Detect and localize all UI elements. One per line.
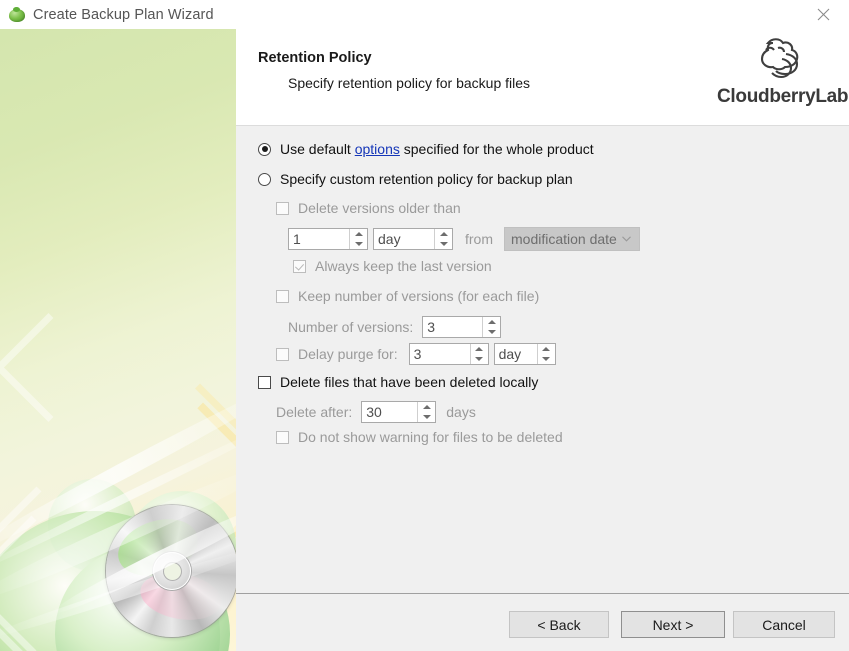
delete-after-row: Delete after: 30 days <box>276 401 476 423</box>
label-delete-after: Delete after: <box>276 404 353 420</box>
cloudberrylab-logo: CloudberryLab <box>717 35 849 108</box>
checkbox-indicator-keep-last[interactable] <box>293 259 306 273</box>
number-of-versions-row: Number of versions: 3 <box>288 316 502 338</box>
label-number-of-versions: Number of versions: <box>288 319 414 335</box>
checkbox-delay-purge[interactable]: Delay purge for: 3 day <box>276 343 556 365</box>
radio-indicator-default[interactable] <box>258 142 271 156</box>
spinner-buttons-delete-older-unit[interactable] <box>434 229 452 249</box>
spinner-delay-purge-unit[interactable]: day <box>493 343 556 365</box>
spinner-delete-after-days[interactable]: 30 <box>361 401 437 423</box>
page-subtitle: Specify retention policy for backup file… <box>288 75 531 91</box>
checkbox-label-keep-number: Keep number of versions (for each file) <box>298 288 540 304</box>
spinner-down-icon[interactable] <box>471 354 488 364</box>
spinner-down-icon[interactable] <box>483 327 500 337</box>
radio-indicator-custom[interactable] <box>258 172 271 186</box>
spinner-buttons-number-of-versions[interactable] <box>482 317 501 337</box>
radio-use-default-options[interactable]: Use default options specified for the wh… <box>258 141 594 157</box>
page-header: Retention Policy Specify retention polic… <box>236 29 849 126</box>
title-bar: Create Backup Plan Wizard <box>0 0 849 29</box>
checkbox-label-delete-locally: Delete files that have been deleted loca… <box>280 374 539 390</box>
label-days: days <box>446 404 476 420</box>
spinner-buttons-delete-after-days[interactable] <box>417 402 436 422</box>
spinner-up-icon[interactable] <box>538 344 555 354</box>
spinner-up-icon[interactable] <box>418 402 435 412</box>
checkbox-indicator-no-warning[interactable] <box>276 430 289 444</box>
checkbox-delete-versions-older-than[interactable]: Delete versions older than <box>276 200 461 216</box>
content-pane: Use default options specified for the wh… <box>236 126 849 593</box>
spinner-down-icon[interactable] <box>435 239 452 249</box>
next-button[interactable]: Next > <box>621 611 725 638</box>
back-button[interactable]: < Back <box>509 611 609 638</box>
checkbox-label-no-warning: Do not show warning for files to be dele… <box>298 429 563 445</box>
dropdown-retention-basis[interactable]: modification date <box>504 227 640 251</box>
cancel-button[interactable]: Cancel <box>733 611 835 638</box>
radio-label-custom: Specify custom retention policy for back… <box>280 171 573 187</box>
window-title: Create Backup Plan Wizard <box>33 6 214 23</box>
checkbox-indicator-delete-locally[interactable] <box>258 375 271 389</box>
spinner-buttons-delete-older-amount[interactable] <box>349 229 367 249</box>
checkbox-keep-number-of-versions[interactable]: Keep number of versions (for each file) <box>276 288 539 304</box>
checkbox-do-not-show-warning[interactable]: Do not show warning for files to be dele… <box>276 429 563 445</box>
radio-specify-custom-policy[interactable]: Specify custom retention policy for back… <box>258 171 573 187</box>
page-title: Retention Policy <box>258 50 372 66</box>
spinner-up-icon[interactable] <box>483 317 500 327</box>
wizard-window: Create Backup Plan Wizard Retention Poli… <box>0 0 849 651</box>
checkbox-indicator-delete-older[interactable] <box>276 201 289 215</box>
spinner-down-icon[interactable] <box>350 239 367 249</box>
wizard-banner-image <box>0 29 236 651</box>
spinner-number-of-versions[interactable]: 3 <box>422 316 502 338</box>
label-from: from <box>465 231 493 247</box>
spinner-down-icon[interactable] <box>418 412 435 422</box>
spinner-up-icon[interactable] <box>350 229 367 239</box>
checkbox-indicator-delay-purge[interactable] <box>276 347 289 361</box>
cloudberry-cloud-icon <box>760 38 799 79</box>
spinner-delete-older-amount[interactable]: 1 <box>288 228 368 250</box>
checkbox-indicator-keep-number[interactable] <box>276 289 289 303</box>
close-button[interactable] <box>803 0 843 29</box>
close-icon <box>817 8 829 21</box>
spinner-buttons-delay-purge-unit[interactable] <box>536 344 555 364</box>
checkbox-label-delay-purge: Delay purge for: <box>298 346 398 362</box>
options-link[interactable]: options <box>355 141 400 157</box>
green-berry-icon <box>8 6 26 24</box>
checkbox-label-delete-older: Delete versions older than <box>298 200 461 216</box>
delete-older-controls-row: 1 day from modification date <box>288 227 640 251</box>
checkbox-always-keep-last-version[interactable]: Always keep the last version <box>293 258 492 274</box>
wizard-footer: < Back Next > Cancel <box>236 593 849 651</box>
spinner-delete-older-unit[interactable]: day <box>373 228 453 250</box>
checkbox-label-keep-last: Always keep the last version <box>315 258 492 274</box>
chevron-down-icon <box>622 236 631 242</box>
spinner-up-icon[interactable] <box>435 229 452 239</box>
radio-label-default: Use default options specified for the wh… <box>280 141 594 157</box>
spinner-down-icon[interactable] <box>538 354 555 364</box>
spinner-up-icon[interactable] <box>471 344 488 354</box>
checkbox-delete-files-deleted-locally[interactable]: Delete files that have been deleted loca… <box>258 374 538 390</box>
spinner-delay-purge-amount[interactable]: 3 <box>408 343 489 365</box>
logo-text: CloudberryLab <box>717 86 849 107</box>
spinner-buttons-delay-purge-amount[interactable] <box>469 344 488 364</box>
